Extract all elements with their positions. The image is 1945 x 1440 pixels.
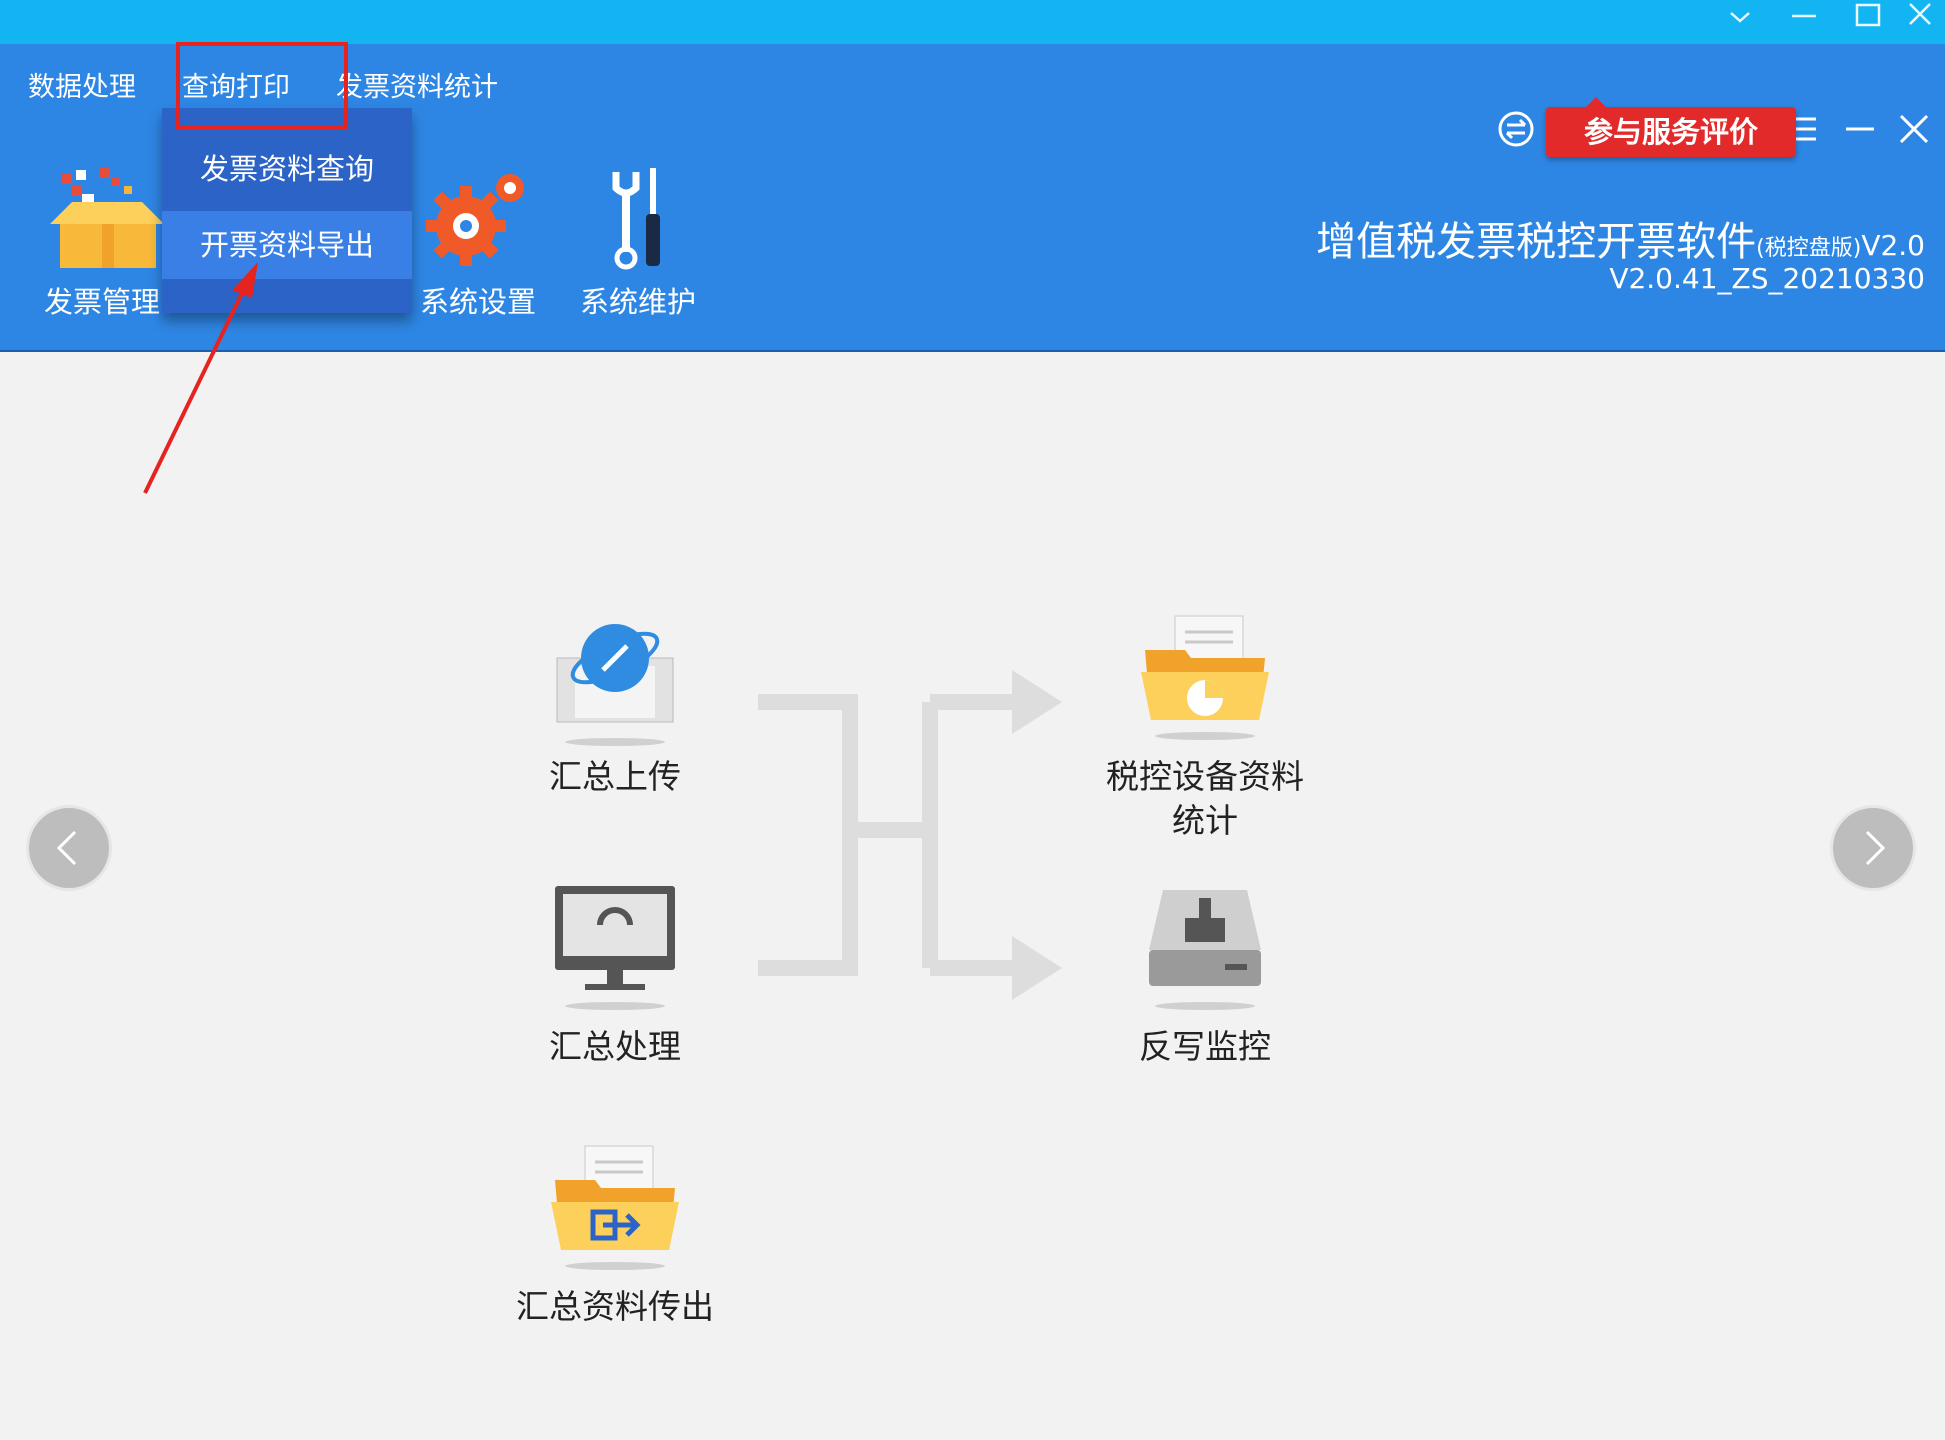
close-icon[interactable] bbox=[1892, 107, 1936, 151]
annotation-arrow bbox=[143, 262, 258, 494]
system-maintenance-button[interactable]: 系统维护 bbox=[568, 164, 708, 324]
tile-label: 汇总上传 bbox=[549, 757, 681, 796]
summary-upload-tile[interactable]: 汇总上传 bbox=[540, 610, 690, 820]
app-title-suffix: (税控盘版) bbox=[1756, 236, 1862, 261]
next-page-button[interactable] bbox=[1830, 805, 1916, 891]
tile-label: 汇总资料传出 bbox=[516, 1287, 714, 1326]
monitor-icon bbox=[555, 886, 675, 1010]
device-stats-tile[interactable]: 税控设备资料统计 bbox=[1095, 610, 1315, 860]
upload-icon bbox=[556, 624, 674, 746]
summary-process-tile[interactable]: 汇总处理 bbox=[540, 880, 690, 1090]
gear-icon bbox=[426, 174, 524, 266]
window-minimize-icon[interactable] bbox=[1776, 0, 1832, 44]
window-maximize-icon[interactable] bbox=[1840, 0, 1896, 44]
window-close-icon[interactable] bbox=[1896, 0, 1945, 44]
folder-chart-icon bbox=[1141, 615, 1269, 740]
system-settings-button[interactable]: 系统设置 bbox=[408, 164, 548, 324]
chevron-left-icon bbox=[56, 830, 77, 866]
tile-label: 汇总处理 bbox=[549, 1027, 681, 1066]
collapse-chevron-icon[interactable] bbox=[1712, 0, 1768, 44]
app-version: V2.0.41_ZS_20210330 bbox=[1609, 262, 1925, 295]
app-title-text: 增值税发票税控开票软件 bbox=[1316, 219, 1757, 265]
flow-connector bbox=[758, 670, 1062, 1000]
folder-export-icon bbox=[551, 1145, 679, 1270]
exchange-icon[interactable] bbox=[1494, 107, 1538, 151]
chevron-right-icon bbox=[1865, 830, 1886, 866]
toolbar-label: 系统维护 bbox=[579, 285, 696, 319]
app-title: 增值税发票税控开票软件(税控盘版)V2.0 bbox=[1316, 209, 1925, 267]
service-evaluation-badge[interactable]: 参与服务评价 bbox=[1546, 97, 1796, 157]
tools-icon bbox=[612, 168, 660, 270]
writeback-monitor-tile[interactable]: 反写监控 bbox=[1125, 880, 1285, 1090]
tile-label: 税控设备资料统计 bbox=[1106, 757, 1304, 840]
toolbar-label: 系统设置 bbox=[419, 285, 536, 319]
disk-broom-icon bbox=[1149, 890, 1261, 1010]
tile-label: 反写监控 bbox=[1139, 1027, 1271, 1066]
minimize-icon[interactable] bbox=[1838, 107, 1882, 151]
prev-page-button[interactable] bbox=[26, 805, 112, 891]
app-title-version: V2.0 bbox=[1861, 229, 1925, 262]
summary-export-tile[interactable]: 汇总资料传出 bbox=[505, 1140, 725, 1350]
